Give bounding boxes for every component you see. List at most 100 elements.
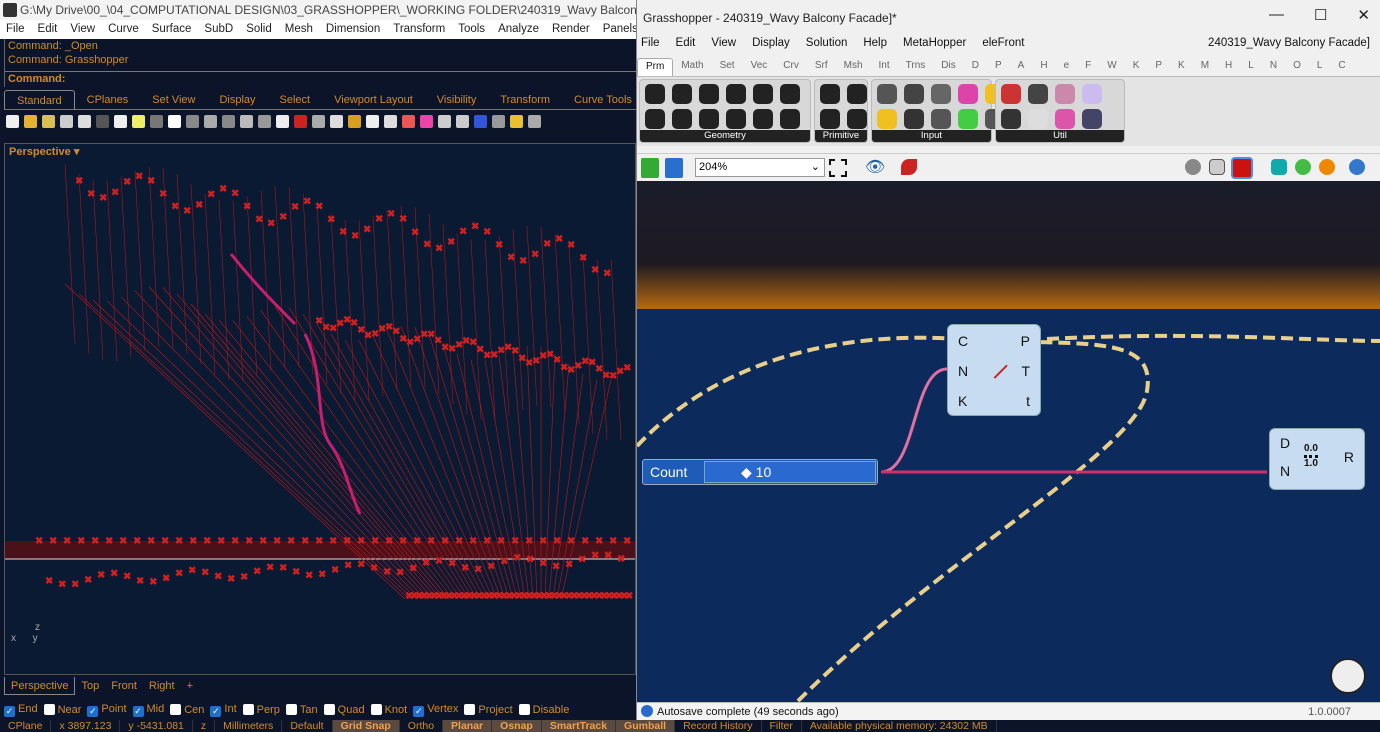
toolbar-button-icon[interactable] [474, 114, 487, 128]
component-icon[interactable] [877, 84, 897, 104]
tab-cplanes[interactable]: CPlanes [75, 90, 141, 109]
gh-tab-k[interactable]: K [1170, 58, 1193, 76]
gh-menu-item-view[interactable]: View [711, 37, 736, 49]
gh-tab-dis[interactable]: Dis [933, 58, 963, 76]
display-mode-icon[interactable] [1271, 159, 1287, 175]
menu-item-transform[interactable]: Transform [393, 20, 445, 39]
component-icon[interactable] [753, 84, 773, 104]
slider-grip[interactable]: ◆ 10 [741, 464, 771, 481]
component-icon[interactable] [847, 84, 867, 104]
menu-item-view[interactable]: View [70, 20, 95, 39]
viewport-label[interactable]: Perspective ▾ [9, 145, 79, 158]
component-icon[interactable] [1001, 84, 1021, 104]
menu-item-mesh[interactable]: Mesh [285, 20, 313, 39]
component-icon[interactable] [931, 109, 951, 129]
toolbar-button-icon[interactable] [114, 114, 127, 128]
gh-tab-msh[interactable]: Msh [836, 58, 871, 76]
component-icon[interactable] [672, 84, 692, 104]
preview-eye-icon[interactable]: 👁 [865, 157, 885, 177]
gh-tab-l[interactable]: L [1309, 58, 1331, 76]
gh-tab-l[interactable]: L [1240, 58, 1262, 76]
status-gumball[interactable]: Gumball [616, 720, 676, 732]
menu-item-dimension[interactable]: Dimension [326, 20, 380, 39]
output-p[interactable]: P [1021, 333, 1030, 349]
component-icon[interactable] [958, 109, 978, 129]
status-osnap[interactable]: Osnap [492, 720, 542, 732]
viewport-tab-right[interactable]: Right [143, 677, 181, 695]
gh-tab-prm[interactable]: Prm [637, 58, 674, 76]
component-icon[interactable] [645, 109, 665, 129]
toolbar-button-icon[interactable] [6, 114, 19, 128]
status-z[interactable]: z [193, 720, 216, 732]
gh-tab-k[interactable]: K [1125, 58, 1148, 76]
viewport-tab-top[interactable]: Top [75, 677, 105, 695]
toolbar-button-icon[interactable] [528, 114, 541, 128]
component-icon[interactable] [931, 84, 951, 104]
toolbar-button-icon[interactable] [132, 114, 145, 128]
gh-menu-item-file[interactable]: File [641, 37, 660, 49]
gh-tab-f[interactable]: F [1077, 58, 1099, 76]
menu-item-edit[interactable]: Edit [38, 20, 58, 39]
checkbox[interactable] [285, 704, 297, 715]
output-t[interactable]: T [1021, 363, 1030, 379]
toolbar-button-icon[interactable] [384, 114, 397, 128]
sketch-pen-icon[interactable] [901, 159, 917, 175]
preview-wire-icon[interactable] [1209, 159, 1225, 175]
status-filter[interactable]: Filter [762, 720, 802, 732]
checkbox[interactable] [464, 704, 476, 715]
toolbar-button-icon[interactable] [240, 114, 253, 128]
tab-visibility[interactable]: Visibility [425, 90, 489, 109]
maximize-button[interactable]: ☐ [1314, 6, 1327, 24]
gh-tab-vec[interactable]: Vec [743, 58, 776, 76]
status-millimeters[interactable]: Millimeters [215, 720, 283, 732]
status-grid[interactable]: Grid Snap [332, 720, 400, 732]
component-icon[interactable] [1082, 84, 1102, 104]
component-icon[interactable] [699, 109, 719, 129]
gh-canvas[interactable]: C N K P T t D N R 0.0 1.0 Count ◆ 10 [637, 181, 1380, 702]
component-icon[interactable] [904, 109, 924, 129]
menu-item-surface[interactable]: Surface [152, 20, 192, 39]
toolbar-button-icon[interactable] [258, 114, 271, 128]
input-n[interactable]: N [958, 363, 968, 379]
perspective-viewport[interactable]: ✖ ✖ ✖ ✖ ✖ ✖ ✖ ✖ ✖ ✖ ✖ ✖ ✖ ✖ ✖ ✖ ✖ ✖ ✖ ✖ ✖ ✖ ✖ ✖ ✖ ✖ ✖ ✖ ✖ ✖ ✖ ✖ ✖ ✖ ✖ ✖ ✖ ✖ ✖ ✖… [4, 143, 636, 675]
status-smarttrack[interactable]: SmartTrack [541, 720, 617, 732]
tab-curve-tools[interactable]: Curve Tools [562, 90, 636, 109]
osnap-cen[interactable]: Cen [170, 704, 204, 716]
gh-doc-name[interactable]: 240319_Wavy Balcony Facade] [1208, 37, 1370, 49]
toolbar-button-icon[interactable] [402, 114, 415, 128]
component-icon[interactable] [1028, 109, 1048, 129]
component-icon[interactable] [1082, 109, 1102, 129]
display-mode-icon[interactable] [1319, 159, 1335, 175]
checkbox[interactable] [43, 704, 55, 715]
count-number-slider[interactable]: Count ◆ 10 [642, 459, 878, 485]
toolbar-button-icon[interactable] [222, 114, 235, 128]
menu-item-tools[interactable]: Tools [458, 20, 485, 39]
osnap-int[interactable]: ✓ Int [210, 703, 237, 717]
gh-tab-h[interactable]: H [1217, 58, 1240, 76]
toolbar-button-icon[interactable] [78, 114, 91, 128]
checkbox[interactable]: ✓ [132, 706, 144, 717]
gh-tab-e[interactable]: e [1056, 58, 1078, 76]
component-icon[interactable] [780, 84, 800, 104]
component-icon[interactable] [877, 109, 897, 129]
status-y[interactable]: y -5431.081 [120, 720, 193, 732]
open-file-icon[interactable] [641, 158, 659, 178]
checkbox[interactable]: ✓ [413, 706, 425, 717]
toolbar-button-icon[interactable] [348, 114, 361, 128]
toolbar-button-icon[interactable] [42, 114, 55, 128]
status-record[interactable]: Record History [675, 720, 762, 732]
component-icon[interactable] [1001, 109, 1021, 129]
component-icon[interactable] [672, 109, 692, 129]
save-file-icon[interactable] [665, 158, 683, 178]
osnap-mid[interactable]: ✓ Mid [132, 703, 164, 717]
component-icon[interactable] [699, 84, 719, 104]
osnap-perp[interactable]: Perp [242, 704, 280, 716]
checkbox[interactable]: ✓ [4, 706, 15, 717]
gh-tab-crv[interactable]: Crv [775, 58, 807, 76]
gh-tab-o[interactable]: O [1285, 58, 1309, 76]
toolbar-button-icon[interactable] [366, 114, 379, 128]
tab-display[interactable]: Display [207, 90, 267, 109]
range-component[interactable]: D N R 0.0 1.0 [1269, 428, 1365, 490]
osnap-quad[interactable]: Quad [323, 704, 365, 716]
toolbar-button-icon[interactable] [150, 114, 163, 128]
